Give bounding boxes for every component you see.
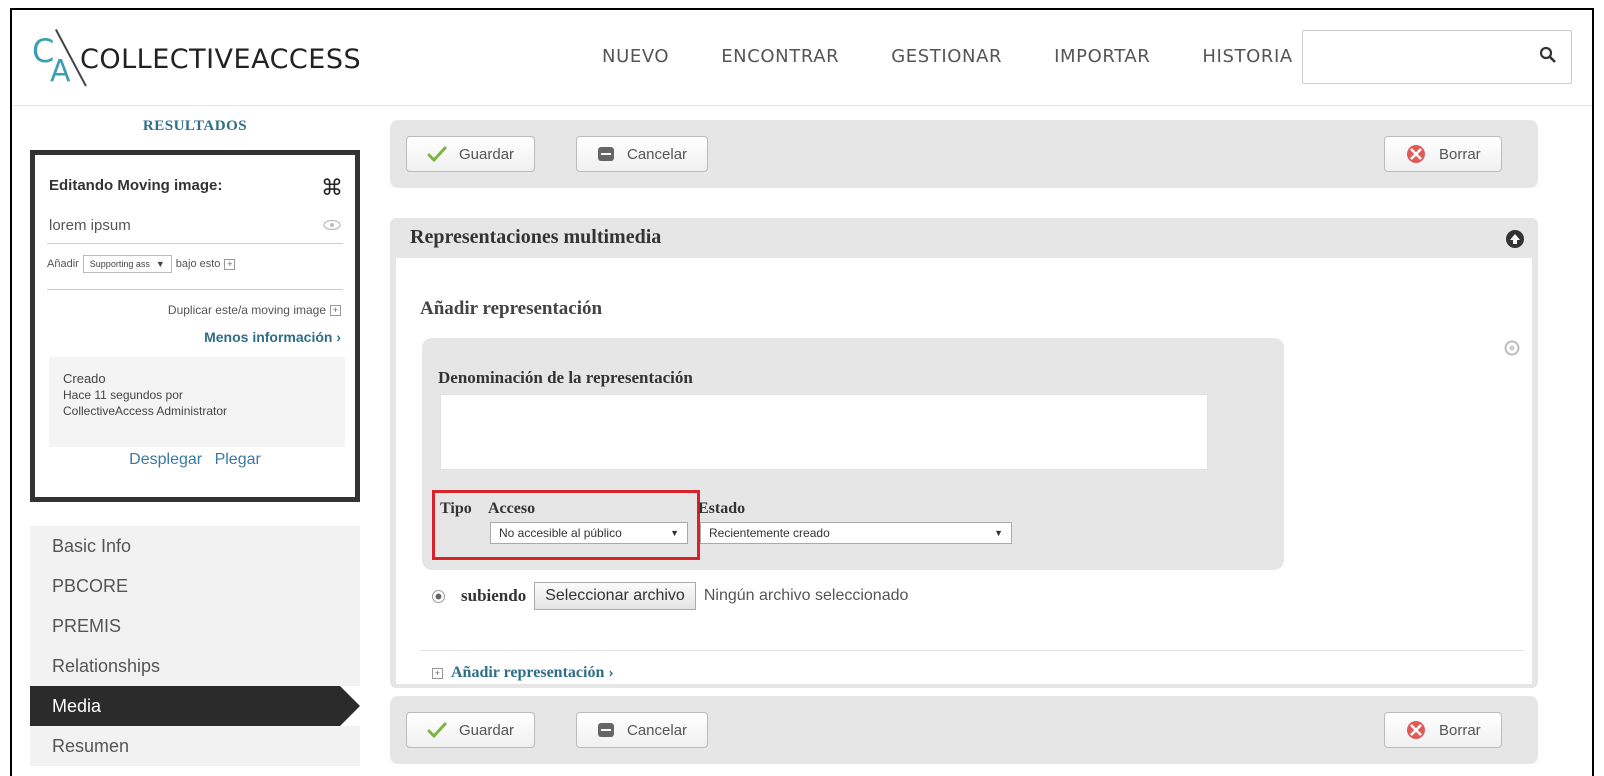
app-window: C A COLLECTIVEACCESS NUEVO ENCONTRAR GES…	[10, 8, 1594, 776]
representation-card: Denominación de la representación Tipo A…	[422, 338, 1284, 570]
delete-icon	[1407, 721, 1425, 739]
save-button[interactable]: Guardar	[406, 136, 536, 172]
inspector-title: Editando Moving image:	[49, 177, 223, 194]
estado-select[interactable]: Recientemente creado ▼	[700, 522, 1012, 544]
select-file-button[interactable]: Seleccionar archivo	[534, 582, 696, 610]
delete-button[interactable]: Borrar	[1384, 136, 1502, 172]
delete-button-bottom[interactable]: Borrar	[1384, 712, 1502, 748]
cancel-button-bottom[interactable]: Cancelar	[576, 712, 709, 748]
add-type-value: Supporting ass	[89, 259, 150, 269]
save-button-bottom[interactable]: Guardar	[406, 712, 536, 748]
menu-item-relationships[interactable]: Relationships	[30, 646, 360, 686]
chevron-down-icon: ▼	[994, 528, 1003, 538]
check-icon	[427, 722, 447, 738]
search-box	[1302, 30, 1572, 84]
cancel-label: Cancelar	[627, 721, 688, 739]
created-by: CollectiveAccess Administrator	[63, 404, 228, 418]
remove-icon[interactable]	[1504, 340, 1520, 356]
media-panel: Representaciones multimedia Añadir repre…	[390, 218, 1538, 688]
command-icon[interactable]: ⌘	[321, 175, 343, 201]
name-label: Denominación de la representación	[438, 368, 693, 387]
menu-item-resumen[interactable]: Resumen	[30, 726, 360, 766]
bottom-toolbar: Guardar Cancelar Borrar	[390, 696, 1538, 764]
chevron-down-icon: ▼	[155, 259, 165, 269]
cancel-button[interactable]: Cancelar	[576, 136, 709, 172]
panel-body: Añadir representación Denominación de la…	[396, 258, 1532, 684]
nav-encontrar[interactable]: ENCONTRAR	[721, 46, 839, 67]
menu-item-basic-info[interactable]: Basic Info	[30, 526, 360, 566]
expand-link[interactable]: Desplegar	[129, 451, 202, 468]
top-header: C A COLLECTIVEACCESS NUEVO ENCONTRAR GES…	[12, 10, 1592, 106]
plus-icon: +	[432, 667, 443, 679]
tipo-label: Tipo	[440, 500, 472, 517]
search-input[interactable]	[1311, 31, 1511, 81]
logo-a: A	[50, 54, 71, 89]
add-plus-icon[interactable]: +	[224, 258, 236, 270]
eye-icon[interactable]	[323, 219, 341, 231]
main-nav: NUEVO ENCONTRAR GESTIONAR IMPORTAR HISTO…	[602, 46, 1345, 67]
check-icon	[427, 146, 447, 162]
nav-historia[interactable]: HISTORIA	[1202, 46, 1292, 67]
estado-value: Recientemente creado	[709, 526, 830, 540]
side-menu: Basic Info PBCORE PREMIS Relationships M…	[30, 526, 360, 766]
results-link[interactable]: RESULTADOS	[30, 118, 360, 135]
delete-label: Borrar	[1439, 721, 1481, 739]
add-child-row: Añadir Supporting ass ▼ bajo esto +	[47, 255, 236, 273]
add-suffix: bajo esto	[175, 258, 221, 270]
top-toolbar: Guardar Cancelar Borrar	[390, 120, 1538, 188]
chevron-down-icon: ▼	[670, 528, 679, 538]
delete-label: Borrar	[1439, 145, 1481, 163]
menu-item-pbcore[interactable]: PBCORE	[30, 566, 360, 606]
menu-item-premis[interactable]: PREMIS	[30, 606, 360, 646]
less-info-link[interactable]: Menos información ›	[204, 329, 341, 345]
save-label: Guardar	[459, 721, 515, 739]
upload-radio[interactable]	[432, 589, 445, 603]
collapse-link[interactable]: Plegar	[215, 451, 261, 468]
name-field[interactable]	[440, 394, 1208, 470]
nav-importar[interactable]: IMPORTAR	[1054, 46, 1150, 67]
nav-nuevo[interactable]: NUEVO	[602, 46, 669, 67]
uploading-label: subiendo	[461, 586, 527, 605]
created-when: Hace 11 segundos por	[63, 388, 183, 402]
ca-logo-icon: C A	[28, 29, 88, 90]
duplicate-plus-icon[interactable]: +	[330, 304, 341, 316]
acceso-select[interactable]: No accesible al público ▼	[490, 522, 688, 544]
item-name: lorem ipsum	[49, 217, 131, 234]
acceso-label: Acceso	[488, 500, 536, 517]
divider	[47, 289, 343, 290]
delete-icon	[1407, 145, 1425, 163]
panel-header: Representaciones multimedia	[390, 218, 1538, 258]
collapse-up-icon[interactable]	[1506, 230, 1524, 248]
sidebar: RESULTADOS Editando Moving image: ⌘ lore…	[30, 110, 360, 776]
created-info: Creado Hace 11 segundos por CollectiveAc…	[49, 357, 345, 447]
nav-gestionar[interactable]: GESTIONAR	[891, 46, 1002, 67]
expand-collapse-row: Desplegar Plegar	[35, 451, 355, 469]
add-type-select[interactable]: Supporting ass ▼	[82, 255, 172, 273]
menu-item-media[interactable]: Media	[30, 686, 360, 726]
duplicate-label: Duplicar este/a moving image	[167, 303, 326, 317]
cancel-icon	[598, 147, 614, 161]
panel-title: Representaciones multimedia	[410, 226, 662, 248]
add-representation-link[interactable]: + Añadir representación ›	[432, 664, 614, 682]
acceso-value: No accesible al público	[499, 526, 622, 540]
cancel-icon	[598, 723, 614, 737]
add-label: Añadir	[47, 258, 79, 270]
add-representation-label: Añadir representación ›	[451, 664, 614, 681]
cancel-label: Cancelar	[627, 145, 688, 163]
estado-label: Estado	[698, 500, 746, 517]
add-representation-title: Añadir representación	[420, 298, 603, 319]
divider	[420, 650, 1524, 651]
upload-row: subiendo Seleccionar archivo Ningún arch…	[432, 582, 908, 610]
search-icon[interactable]	[1539, 46, 1557, 64]
no-file-text: Ningún archivo seleccionado	[703, 587, 909, 604]
divider	[47, 243, 343, 244]
logo[interactable]: C A COLLECTIVEACCESS	[28, 29, 362, 90]
save-label: Guardar	[459, 145, 515, 163]
duplicate-row[interactable]: Duplicar este/a moving image +	[168, 303, 341, 317]
created-label: Creado	[63, 371, 106, 386]
inspector-box: Editando Moving image: ⌘ lorem ipsum Aña…	[30, 150, 360, 502]
logo-text: COLLECTIVEACCESS	[80, 44, 362, 75]
